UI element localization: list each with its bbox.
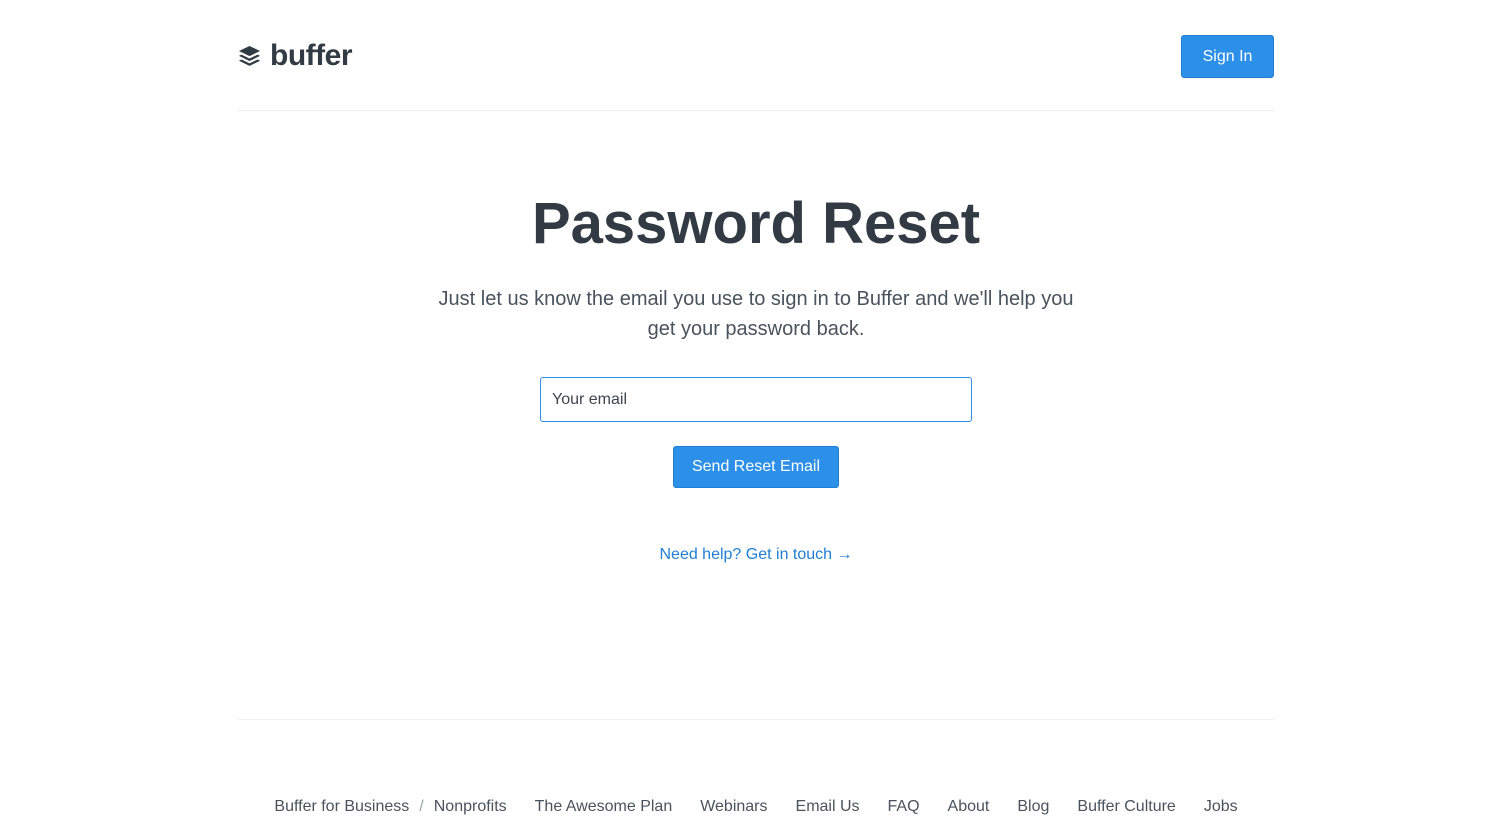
- footer-item: Email Us: [796, 796, 860, 818]
- footer-link-blog[interactable]: Blog: [1017, 796, 1049, 818]
- stacked-layers-icon: [238, 45, 261, 66]
- footer-item: FAQ: [888, 796, 920, 818]
- get-in-touch-link[interactable]: Need help? Get in touch →: [0, 544, 1512, 566]
- footer-divider: [238, 719, 1274, 720]
- site-header: buffer Sign In: [238, 0, 1274, 111]
- footer-link-buffer-for-business[interactable]: Buffer for Business: [274, 796, 409, 818]
- footer-link-buffer-culture[interactable]: Buffer Culture: [1077, 796, 1175, 818]
- footer-link-email-us[interactable]: Email Us: [796, 796, 860, 818]
- buffer-logo[interactable]: buffer: [238, 39, 353, 72]
- sign-in-button[interactable]: Sign In: [1181, 35, 1274, 78]
- page-subtitle: Just let us know the email you use to si…: [438, 288, 1074, 340]
- footer-link-jobs[interactable]: Jobs: [1204, 796, 1238, 818]
- footer-item: About: [948, 796, 990, 818]
- footer-item: Jobs: [1204, 796, 1238, 818]
- footer-nav: Buffer for Business / Nonprofits The Awe…: [238, 796, 1274, 818]
- footer-business-group: Buffer for Business / Nonprofits: [274, 796, 506, 818]
- footer-item: Blog: [1017, 796, 1049, 818]
- footer-link-awesome-plan[interactable]: The Awesome Plan: [535, 796, 673, 818]
- footer-link-faq[interactable]: FAQ: [888, 796, 920, 818]
- footer-link-about[interactable]: About: [948, 796, 990, 818]
- footer-link-webinars[interactable]: Webinars: [700, 796, 767, 818]
- logo-text: buffer: [270, 39, 353, 72]
- email-input[interactable]: [540, 377, 972, 422]
- send-reset-email-button[interactable]: Send Reset Email: [673, 446, 839, 488]
- footer-link-nonprofits[interactable]: Nonprofits: [434, 796, 507, 818]
- footer-item: Webinars: [700, 796, 767, 818]
- footer-separator: /: [419, 798, 424, 815]
- page-title: Password Reset: [531, 191, 981, 256]
- footer-item: The Awesome Plan: [535, 796, 673, 818]
- footer-item: Buffer Culture: [1077, 796, 1175, 818]
